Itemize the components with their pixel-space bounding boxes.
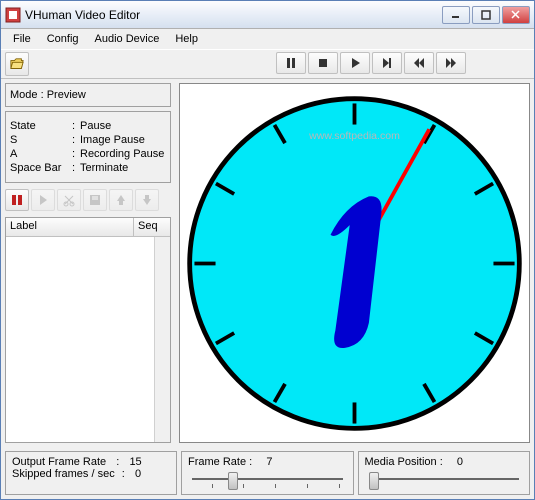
window-title: VHuman Video Editor xyxy=(25,8,442,22)
menubar: File Config Audio Device Help xyxy=(1,29,534,49)
preview-area: www.softpedia.com xyxy=(179,83,530,443)
save-button xyxy=(83,189,107,211)
shortcuts-box: State:Pause S:Image Pause A:Recording Pa… xyxy=(5,111,171,183)
output-frame-rate-value: 15 xyxy=(129,456,141,468)
maximize-button[interactable] xyxy=(472,6,500,24)
right-panel: www.softpedia.com xyxy=(175,79,534,447)
play-clip-button xyxy=(31,189,55,211)
app-icon xyxy=(5,7,21,23)
column-seq[interactable]: Seq xyxy=(134,218,170,236)
step-button[interactable] xyxy=(372,52,402,74)
shortcut-key-a: A xyxy=(10,148,72,160)
left-panel: Mode : Preview State:Pause S:Image Pause… xyxy=(1,79,175,447)
frame-rate-slider[interactable] xyxy=(188,470,347,490)
window-controls xyxy=(442,6,530,24)
move-down-button xyxy=(135,189,159,211)
bottom-bar: Output Frame Rate : 15 Skipped frames / … xyxy=(1,447,534,499)
close-button[interactable] xyxy=(502,6,530,24)
open-file-button[interactable] xyxy=(5,52,29,76)
frame-rate-slider-box: Frame Rate : 7 xyxy=(181,451,354,495)
shortcut-key-s: S xyxy=(10,134,72,146)
skipped-frames-value: 0 xyxy=(135,468,141,480)
edit-tools xyxy=(5,187,171,213)
shortcut-val-space: Terminate xyxy=(80,162,128,174)
output-stats: Output Frame Rate : 15 Skipped frames / … xyxy=(5,451,177,495)
mode-label: Mode : xyxy=(10,89,44,101)
frame-rate-value: 7 xyxy=(266,456,272,468)
titlebar: VHuman Video Editor xyxy=(1,1,534,29)
media-position-slider-box: Media Position : 0 xyxy=(358,451,531,495)
list-body[interactable] xyxy=(6,237,170,442)
menu-audio-device[interactable]: Audio Device xyxy=(87,31,168,47)
fast-forward-button[interactable] xyxy=(436,52,466,74)
toolbar xyxy=(1,49,534,79)
media-position-value: 0 xyxy=(457,456,463,468)
main-window: VHuman Video Editor File Config Audio De… xyxy=(0,0,535,500)
clip-list: Label Seq xyxy=(5,217,171,443)
rewind-button[interactable] xyxy=(404,52,434,74)
media-position-slider[interactable] xyxy=(365,470,524,490)
pause-button[interactable] xyxy=(276,52,306,74)
menu-file[interactable]: File xyxy=(5,31,39,47)
record-button[interactable] xyxy=(5,189,29,211)
stop-button[interactable] xyxy=(308,52,338,74)
skipped-frames-label: Skipped frames / sec xyxy=(12,468,115,480)
shortcut-val-s: Image Pause xyxy=(80,134,145,146)
shortcut-key-space: Space Bar xyxy=(10,162,72,174)
shortcut-val-a: Recording Pause xyxy=(80,148,164,160)
main-area: Mode : Preview State:Pause S:Image Pause… xyxy=(1,79,534,447)
move-up-button xyxy=(109,189,133,211)
shortcut-val-state: Pause xyxy=(80,120,111,132)
output-frame-rate-label: Output Frame Rate xyxy=(12,456,106,468)
scrollbar[interactable] xyxy=(154,237,170,442)
media-position-label: Media Position : xyxy=(365,456,443,468)
cut-button xyxy=(57,189,81,211)
minimize-button[interactable] xyxy=(442,6,470,24)
mode-value: Preview xyxy=(47,89,86,101)
watermark: www.softpedia.com xyxy=(308,129,400,141)
mode-box: Mode : Preview xyxy=(5,83,171,107)
play-button[interactable] xyxy=(340,52,370,74)
frame-rate-label: Frame Rate : xyxy=(188,456,252,468)
menu-config[interactable]: Config xyxy=(39,31,87,47)
list-header: Label Seq xyxy=(6,218,170,237)
column-label[interactable]: Label xyxy=(6,218,134,236)
menu-help[interactable]: Help xyxy=(167,31,206,47)
shortcut-key-state: State xyxy=(10,120,72,132)
countdown-clock: www.softpedia.com xyxy=(182,91,527,436)
